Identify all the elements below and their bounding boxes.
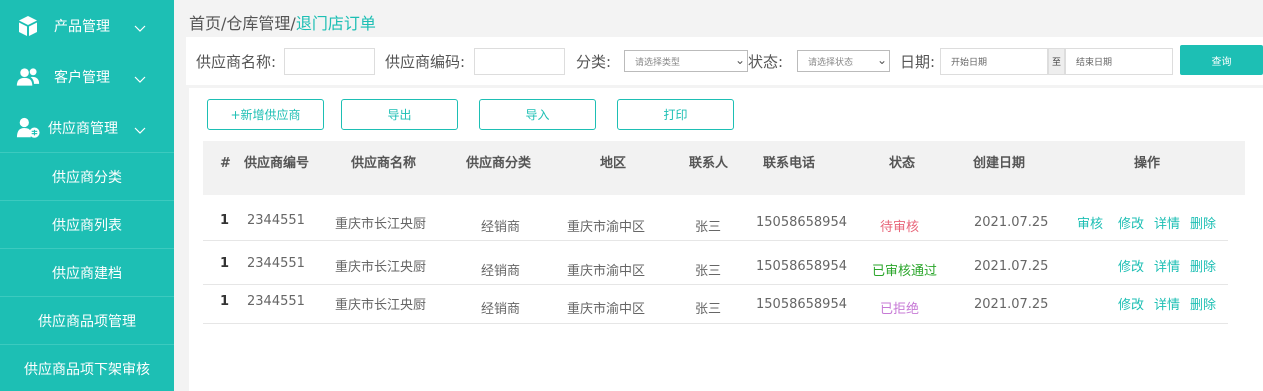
sidebar-item-supplier-category[interactable]: 供应商分类 xyxy=(0,152,174,200)
status-badge: 待审核 xyxy=(880,220,920,235)
supplier-category: 经销商 xyxy=(481,264,521,279)
supplier-code-input[interactable] xyxy=(474,48,565,75)
sidebar-menu-supplier[interactable]: 供应商管理 xyxy=(0,102,174,153)
breadcrumb-home[interactable]: 首页 xyxy=(189,14,221,33)
created-date: 2021.07.25 xyxy=(974,259,1049,274)
status-badge: 已审核通过 xyxy=(872,264,938,279)
import-button[interactable]: 导入 xyxy=(479,99,596,130)
sidebar: 产品管理 客户管理 供应商管理 供应商分类 供应商列表 供应商建档 供应商品项管… xyxy=(0,0,174,391)
status-badge: 已拒绝 xyxy=(880,302,920,317)
supplier-name-input[interactable] xyxy=(284,48,375,75)
sidebar-menu-label: 客户管理 xyxy=(54,69,110,86)
column-header: 操作 xyxy=(1134,156,1161,171)
breadcrumb: 首页/仓库管理/退门店订单 xyxy=(189,10,376,34)
supplier-name: 重庆市长江央厨 xyxy=(335,298,427,313)
main-panel: +新增供应商 导出 导入 打印 # 供应商编号 供应商名称 供应商分类 地区 联… xyxy=(189,88,1263,391)
row-index: 1 xyxy=(220,213,230,228)
details-link[interactable]: 详情 xyxy=(1154,294,1180,313)
chevron-down-icon xyxy=(134,18,146,37)
table-row: 1 2344551 重庆市长江央厨 经销商 重庆市渝中区 张三 15058658… xyxy=(203,285,1228,324)
region: 重庆市渝中区 xyxy=(567,220,646,235)
sidebar-menu-label: 产品管理 xyxy=(54,18,110,35)
users-icon xyxy=(16,65,40,89)
contact-phone: 15058658954 xyxy=(756,215,847,230)
edit-link[interactable]: 修改 xyxy=(1118,294,1144,313)
sidebar-item-supplier-products[interactable]: 供应商品项管理 xyxy=(0,296,174,344)
supplier-code-label: 供应商编码: xyxy=(385,53,466,71)
supplier-category: 经销商 xyxy=(481,220,521,235)
box-icon xyxy=(16,14,40,38)
sidebar-menu-label: 供应商管理 xyxy=(48,120,118,137)
column-header: 供应商名称 xyxy=(351,156,417,171)
contact-person: 张三 xyxy=(695,220,722,235)
region: 重庆市渝中区 xyxy=(567,302,646,317)
breadcrumb-current: 退门店订单 xyxy=(295,14,376,33)
supplier-code: 2344551 xyxy=(247,256,305,271)
contact-person: 张三 xyxy=(695,302,722,317)
column-header: # xyxy=(220,156,231,171)
date-separator: 至 xyxy=(1048,48,1065,75)
column-header: 供应商编号 xyxy=(244,156,310,171)
chevron-down-icon xyxy=(134,120,146,139)
supplier-name: 重庆市长江央厨 xyxy=(335,260,427,275)
search-button[interactable]: 查询 xyxy=(1180,45,1263,75)
date-label: 日期: xyxy=(900,53,936,71)
column-header: 供应商分类 xyxy=(466,156,532,171)
review-link[interactable]: 审核 xyxy=(1077,213,1103,232)
table-row: 1 2344551 重庆市长江央厨 经销商 重庆市渝中区 张三 15058658… xyxy=(203,241,1228,285)
status-select[interactable]: 请选择状态 ⌄ xyxy=(797,50,890,72)
delete-link[interactable]: 删除 xyxy=(1190,256,1216,275)
export-button[interactable]: 导出 xyxy=(341,99,458,130)
sidebar-menu-product[interactable]: 产品管理 xyxy=(0,0,174,51)
sidebar-submenu: 供应商分类 供应商列表 供应商建档 供应商品项管理 供应商品项下架审核 xyxy=(0,152,174,391)
row-index: 1 xyxy=(220,256,230,271)
sidebar-item-supplier-delist-review[interactable]: 供应商品项下架审核 xyxy=(0,344,174,391)
breadcrumb-warehouse[interactable]: 仓库管理 xyxy=(226,14,290,33)
supplier-code: 2344551 xyxy=(247,294,305,309)
category-label: 分类: xyxy=(576,53,612,71)
column-header: 联系电话 xyxy=(763,156,816,171)
chevron-down-icon xyxy=(134,69,146,88)
sidebar-menu-customer[interactable]: 客户管理 xyxy=(0,51,174,102)
supplier-icon xyxy=(16,116,40,140)
filter-bar: 供应商名称: 供应商编码: 分类: 请选择类型 ⌄ 状态: 请选择状态 ⌄ 日期… xyxy=(186,37,1263,85)
status-label: 状态: xyxy=(748,53,784,71)
table-header: # 供应商编号 供应商名称 供应商分类 地区 联系人 联系电话 状态 创建日期 … xyxy=(203,141,1245,195)
supplier-name: 重庆市长江央厨 xyxy=(335,217,427,232)
supplier-name-label: 供应商名称: xyxy=(196,53,277,71)
contact-phone: 15058658954 xyxy=(756,297,847,312)
region: 重庆市渝中区 xyxy=(567,264,646,279)
delete-link[interactable]: 删除 xyxy=(1190,213,1216,232)
column-header: 状态 xyxy=(889,156,916,171)
details-link[interactable]: 详情 xyxy=(1154,213,1180,232)
chevron-down-icon: ⌄ xyxy=(734,53,745,67)
row-index: 1 xyxy=(220,294,230,309)
print-button[interactable]: 打印 xyxy=(617,99,734,130)
start-date-input[interactable]: 开始日期 xyxy=(940,48,1048,75)
edit-link[interactable]: 修改 xyxy=(1118,256,1144,275)
sidebar-item-supplier-list[interactable]: 供应商列表 xyxy=(0,200,174,248)
column-header: 创建日期 xyxy=(973,156,1026,171)
supplier-code: 2344551 xyxy=(247,213,305,228)
created-date: 2021.07.25 xyxy=(974,215,1049,230)
contact-person: 张三 xyxy=(695,264,722,279)
column-header: 地区 xyxy=(600,156,627,171)
table-row: 1 2344551 重庆市长江央厨 经销商 重庆市渝中区 张三 15058658… xyxy=(203,195,1228,241)
category-select-value: 请选择类型 xyxy=(635,57,681,68)
status-select-value: 请选择状态 xyxy=(808,57,854,68)
chevron-down-icon: ⌄ xyxy=(876,53,887,67)
column-header: 联系人 xyxy=(689,156,729,171)
delete-link[interactable]: 删除 xyxy=(1190,294,1216,313)
sidebar-item-supplier-create[interactable]: 供应商建档 xyxy=(0,248,174,296)
details-link[interactable]: 详情 xyxy=(1154,256,1180,275)
add-supplier-button[interactable]: +新增供应商 xyxy=(207,99,324,130)
created-date: 2021.07.25 xyxy=(974,297,1049,312)
edit-link[interactable]: 修改 xyxy=(1118,213,1144,232)
category-select[interactable]: 请选择类型 ⌄ xyxy=(624,50,748,72)
supplier-category: 经销商 xyxy=(481,302,521,317)
end-date-input[interactable]: 结束日期 xyxy=(1065,48,1173,75)
contact-phone: 15058658954 xyxy=(756,259,847,274)
